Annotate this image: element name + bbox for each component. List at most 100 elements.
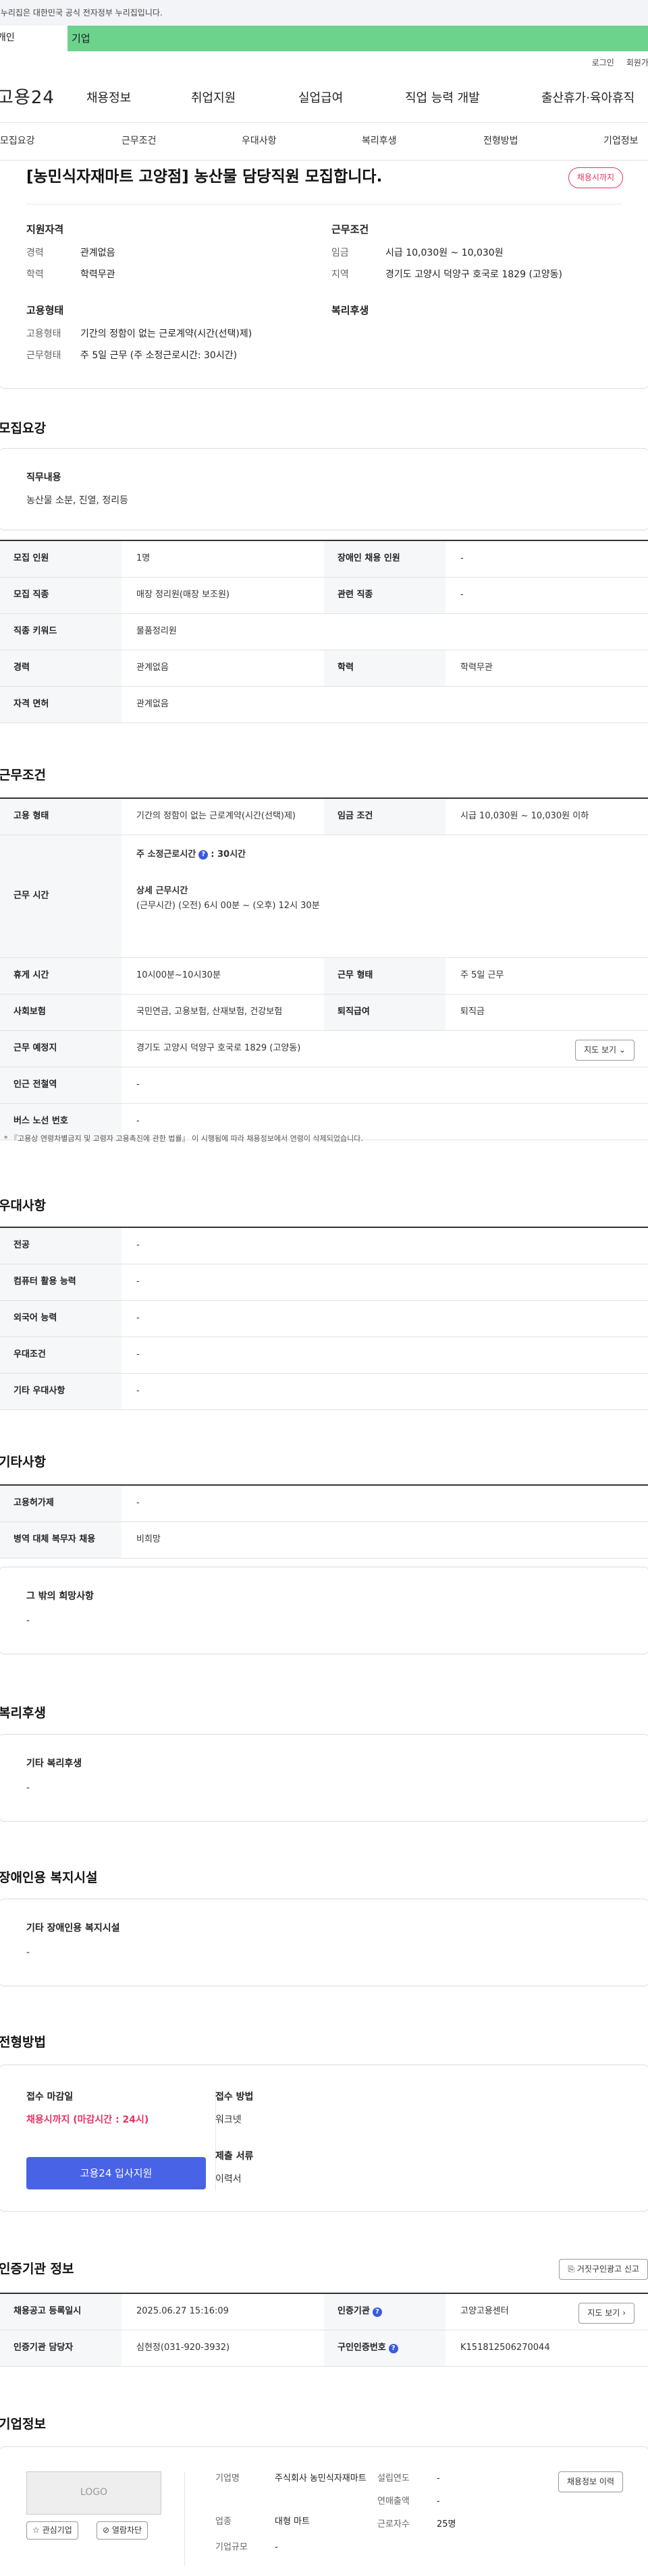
table-cell: 퇴직금 <box>460 1007 485 1017</box>
anchor-pref[interactable]: 우대사항 <box>242 135 277 148</box>
table-row: 근무 시간 주 소정근로시간?: 30시간 상세 근무시간 (근무시간) (오전… <box>0 835 648 958</box>
info-icon[interactable]: ? <box>372 2307 382 2317</box>
process-box: 접수 마감일 채용시까지 (마감시간 : 24시) 고용24 입사지원 접수 방… <box>0 2065 648 2212</box>
pref-table: 전공 - 컴퓨터 활용 능력 - 외국어 능력 - 우대조건 - 기타 우대사항 - <box>0 1227 648 1410</box>
table-cell: 비희망 <box>136 1534 161 1545</box>
section-title-etc: 기타사항 <box>0 1455 46 1469</box>
table-header: 고용 형태 <box>0 799 122 835</box>
section-title-pref: 우대사항 <box>0 1198 46 1213</box>
table-cell: 학력무관 <box>460 663 493 673</box>
agency-map-button[interactable]: 지도 보기 › <box>578 2303 634 2324</box>
welfare-box-value: - <box>26 1783 30 1793</box>
qual-label: 학력 <box>26 269 44 280</box>
company-box: LOGO ☆ 관심기업 ⊘ 열람차단 기업명 주식회사 농민식자재마트 업종 대… <box>0 2446 648 2576</box>
report-icon: ⎘ <box>568 2264 575 2274</box>
deadline-badge: 채용시까지 <box>568 167 623 188</box>
site-logo[interactable]: 고용24 <box>0 86 55 110</box>
cond-value: 경기도 고양시 덕양구 호국로 1829 (고양동) <box>385 269 563 280</box>
table-cell: - <box>136 1080 140 1090</box>
company-name-value[interactable]: 주식회사 농민식자재마트 <box>275 2473 369 2485</box>
cond-heading: 근무조건 <box>331 223 369 235</box>
global-nav: 고용24 채용정보 취업지원 실업급여 직업 능력 개발 출산휴가·육아휴직 <box>0 74 648 123</box>
docs-value: 이력서 <box>215 2174 242 2185</box>
work-time-cell: 주 소정근로시간?: 30시간 상세 근무시간 (근무시간) (오전) 6시 0… <box>122 835 648 957</box>
section-title-agency: 인증기관 정보 <box>0 2262 74 2276</box>
info-icon[interactable]: ? <box>198 849 209 860</box>
gnb-item-benefit[interactable]: 실업급여 <box>298 90 343 107</box>
chevron-right-icon: › <box>622 2308 626 2318</box>
table-header: 경력 <box>0 650 122 686</box>
gnb-item-training[interactable]: 직업 능력 개발 <box>405 90 480 107</box>
join-link[interactable]: 회원가입 <box>626 57 648 69</box>
agency-map-button-label: 지도 보기 <box>587 2308 620 2318</box>
age-notice: * 『고용상 연령차별금지 및 고령자 고용촉진에 관한 법률』 이 시행됨에 … <box>4 1134 363 1143</box>
gov-banner-text: 이 누리집은 대한민국 공식 전자정부 누리집입니다. <box>0 7 163 18</box>
table-header: 외국어 능력 <box>0 1301 122 1337</box>
table-row: 기타 우대사항 - <box>0 1374 648 1410</box>
login-link[interactable]: 로그인 <box>592 57 614 69</box>
table-cell: 10시00분~10시30분 <box>136 970 221 981</box>
tab-company-label: 기업 <box>72 32 90 45</box>
table-row: 고용 형태 기간의 정함이 없는 근로계약(시간(선택)제) 임금 조건 시급 … <box>0 799 648 835</box>
table-cell: 주 5일 근무 <box>460 970 504 981</box>
table-row: 인근 전철역 - <box>0 1067 648 1104</box>
disability-heading: 기타 장애인용 복지시설 <box>26 1923 120 1934</box>
tab-company[interactable]: 기업 <box>68 26 648 51</box>
employees-value: 25명 <box>437 2519 456 2529</box>
block-button[interactable]: ⊘ 열람차단 <box>97 2521 148 2540</box>
anchor-process[interactable]: 전형방법 <box>483 135 518 148</box>
info-icon[interactable]: ? <box>388 2343 398 2353</box>
table-header: 근무 예정지 <box>0 1031 122 1067</box>
anchor-recruit[interactable]: 모집요강 <box>0 135 35 148</box>
detail-hours-value: (근무시간) (오전) 6시 00분 ~ (오후) 12시 30분 <box>136 901 320 912</box>
favorite-button[interactable]: ☆ 관심기업 <box>26 2521 78 2540</box>
table-row: 외국어 능력 - <box>0 1301 648 1337</box>
history-button[interactable]: 채용정보 이력 <box>558 2471 623 2492</box>
section-title-work: 근무조건 <box>0 768 46 783</box>
audience-tabs: 개인 기업 <box>0 26 648 51</box>
disability-box: 기타 장애인용 복지시설 - <box>0 1899 648 1986</box>
table-cell: 1명 <box>136 553 151 564</box>
table-row: 사회보험 국민연금, 고용보험, 산재보험, 건강보험 퇴직급여 퇴직금 <box>0 995 648 1031</box>
org-label: 인증기관 <box>338 2306 370 2317</box>
report-button[interactable]: ⎘ 거짓구인광고 신고 <box>559 2259 648 2280</box>
job-title: [농민식자재마트 고양점] 농산물 담당직원 모집합니다. <box>26 168 383 186</box>
table-cell: 경기도 고양시 덕양구 호국로 1829 (고양동) 지도 보기 ⌄ <box>122 1031 648 1067</box>
table-header: 인증기관 담당자 <box>0 2330 122 2366</box>
table-cell: 시급 10,030원 ~ 10,030원 이하 <box>460 811 589 822</box>
table-row: 전공 - <box>0 1228 648 1264</box>
table-cell: - <box>136 1313 140 1324</box>
qual-label: 경력 <box>26 248 44 258</box>
gnb-item-leave[interactable]: 출산휴가·육아휴직 <box>541 90 634 107</box>
company-size-label: 기업규모 <box>215 2542 248 2552</box>
map-button[interactable]: 지도 보기 ⌄ <box>575 1040 634 1061</box>
table-cell: - <box>136 1277 140 1287</box>
divider <box>184 2471 185 2566</box>
table-cell: K151812506270044 <box>460 2343 550 2353</box>
founded-value: - <box>437 2473 440 2484</box>
qual-value: 관계없음 <box>80 248 115 258</box>
cert-no-label: 구인인증번호 <box>338 2343 386 2353</box>
apply-button[interactable]: 고용24 입사지원 <box>26 2157 206 2189</box>
table-header: 퇴직급여 <box>324 995 446 1030</box>
utility-nav: 로그인 회원가입 <box>0 51 648 74</box>
gnb-item-support[interactable]: 취업지원 <box>191 90 236 107</box>
gnb-item-jobs[interactable]: 채용정보 <box>86 90 131 107</box>
table-row: 모집 인원 1명 장애인 채용 인원 - <box>0 541 648 578</box>
emp-label: 근무형태 <box>26 350 61 361</box>
section-title-recruit: 모집요강 <box>0 421 46 436</box>
table-row: 인증기관 담당자 심현정(031-920-3932) 구인인증번호? K1518… <box>0 2330 648 2367</box>
anchor-work[interactable]: 근무조건 <box>122 135 157 148</box>
table-header: 임금 조건 <box>324 799 446 835</box>
table-cell: 관계없음 <box>136 663 169 673</box>
table-cell: 심현정(031-920-3932) <box>136 2343 230 2353</box>
table-header: 구인인증번호? <box>324 2330 446 2366</box>
section-anchor-tabs: 모집요강 근무조건 우대사항 복리후생 전형방법 기업정보 <box>0 123 648 161</box>
anchor-company[interactable]: 기업정보 <box>603 135 639 148</box>
table-cell: 관계없음 <box>136 699 169 710</box>
anchor-welfare[interactable]: 복리후생 <box>362 135 397 148</box>
qual-heading: 지원자격 <box>26 223 64 235</box>
tab-personal[interactable]: 개인 <box>0 26 68 51</box>
company-logo: LOGO <box>26 2471 161 2515</box>
star-icon: ☆ <box>32 2525 40 2535</box>
